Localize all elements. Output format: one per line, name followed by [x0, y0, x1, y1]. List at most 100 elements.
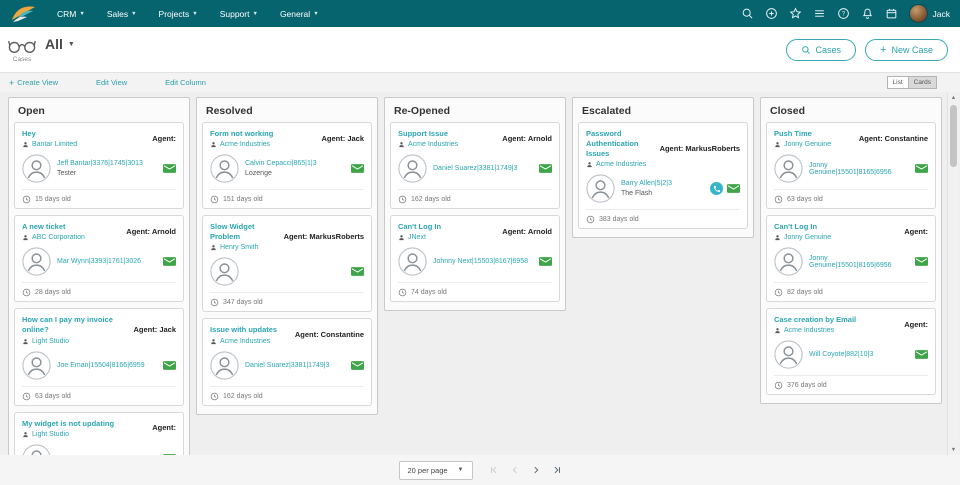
- case-company[interactable]: Acme Industries: [220, 141, 270, 148]
- case-contact[interactable]: Jonny Genuine|15501|8165|6956: [809, 162, 909, 176]
- case-card[interactable]: Issue with updates Acme Industries Agent…: [202, 318, 372, 406]
- module-block: Cases: [8, 37, 36, 63]
- case-age: 15 days old: [35, 196, 71, 204]
- view-toolbar: + Create View Edit View Edit Column List …: [0, 73, 960, 92]
- help-icon[interactable]: ?: [837, 7, 850, 20]
- case-company[interactable]: Jonny Genuine: [784, 141, 831, 148]
- per-page-select[interactable]: 20 per page ▼: [398, 460, 473, 480]
- case-card[interactable]: Case creation by Email Acme Industries A…: [766, 308, 936, 396]
- cards-view-toggle[interactable]: Cards: [908, 76, 937, 89]
- case-card[interactable]: Can't Log In Jonny Genuine Agent: Jonny …: [766, 215, 936, 303]
- edit-column-link[interactable]: Edit Column: [165, 78, 206, 87]
- case-company[interactable]: Henry Smith: [220, 244, 259, 251]
- plus-circle-icon[interactable]: [765, 7, 778, 20]
- case-title[interactable]: Can't Log In: [398, 222, 497, 232]
- calendar-icon[interactable]: [885, 7, 898, 20]
- case-title[interactable]: Push Time: [774, 129, 854, 139]
- case-contact[interactable]: Daniel Suarez|3381|1749|3: [433, 165, 517, 172]
- nav-menu-general[interactable]: General ▼: [269, 9, 330, 19]
- nav-menu-sales[interactable]: Sales ▼: [96, 9, 148, 19]
- email-icon[interactable]: [351, 163, 364, 174]
- view-selector[interactable]: All ▼: [45, 36, 75, 52]
- case-contact[interactable]: Calvin Cepacci|865|1|3: [245, 160, 317, 167]
- case-company[interactable]: Light Studio: [32, 431, 69, 438]
- case-card[interactable]: Form not working Acme Industries Agent: …: [202, 122, 372, 210]
- case-company[interactable]: Light Studio: [32, 338, 69, 345]
- email-icon[interactable]: [539, 163, 552, 174]
- email-icon[interactable]: [163, 256, 176, 267]
- case-company[interactable]: Jonny Genuine: [784, 234, 831, 241]
- case-company[interactable]: Acme Industries: [784, 327, 834, 334]
- case-card[interactable]: Slow Widget Problem Henry Smith Agent: M…: [202, 215, 372, 313]
- search-cases-button[interactable]: Cases: [785, 38, 857, 61]
- case-title[interactable]: Password Authentication Issues: [586, 129, 655, 159]
- nav-menu-projects[interactable]: Projects ▼: [148, 9, 209, 19]
- case-title[interactable]: Can't Log In: [774, 222, 899, 232]
- user-menu[interactable]: Jack: [908, 4, 950, 23]
- case-card[interactable]: A new ticket ABC Corporation Agent: Arno…: [14, 215, 184, 303]
- case-company[interactable]: Acme Industries: [408, 141, 458, 148]
- case-company[interactable]: ABC Corporation: [32, 234, 85, 241]
- nav-menu-support[interactable]: Support ▼: [209, 9, 269, 19]
- case-title[interactable]: My widget is not updating: [22, 419, 147, 429]
- scroll-up-arrow[interactable]: ▲: [948, 93, 959, 103]
- nav-menu-crm[interactable]: CRM ▼: [46, 9, 96, 19]
- last-page-button[interactable]: [552, 465, 562, 475]
- case-contact[interactable]: Johnny Next|15503|8167|6958: [433, 258, 528, 265]
- email-icon[interactable]: [163, 360, 176, 371]
- vertical-scrollbar[interactable]: ▲ ▼: [947, 93, 959, 455]
- create-view-link[interactable]: + Create View: [9, 78, 58, 88]
- case-card[interactable]: Hey Bantar Limited Agent: Jeff Bantar|33…: [14, 122, 184, 210]
- case-company[interactable]: JNext: [408, 234, 426, 241]
- case-title[interactable]: Hey: [22, 129, 147, 139]
- email-icon[interactable]: [727, 183, 740, 194]
- case-title[interactable]: How can I pay my invoice online?: [22, 315, 128, 335]
- case-title[interactable]: Form not working: [210, 129, 316, 139]
- email-icon[interactable]: [915, 349, 928, 360]
- list-icon[interactable]: [813, 7, 826, 20]
- email-icon[interactable]: [163, 453, 176, 455]
- first-page-button[interactable]: [489, 465, 499, 475]
- clock-icon: [398, 289, 407, 297]
- search-icon[interactable]: [741, 7, 754, 20]
- case-title[interactable]: Slow Widget Problem: [210, 222, 279, 242]
- new-case-button[interactable]: + New Case: [865, 38, 948, 61]
- case-card[interactable]: Push Time Jonny Genuine Agent: Constanti…: [766, 122, 936, 210]
- case-card[interactable]: Password Authentication Issues Acme Indu…: [578, 122, 748, 230]
- case-company[interactable]: Acme Industries: [220, 338, 270, 345]
- case-card[interactable]: Can't Log In JNext Agent: Arnold Johnny …: [390, 215, 560, 303]
- list-view-toggle[interactable]: List: [886, 76, 909, 89]
- next-page-button[interactable]: [531, 465, 541, 475]
- case-contact[interactable]: Joe Eman|15504|8166|6959: [57, 362, 145, 369]
- case-company[interactable]: Bantar Limited: [32, 141, 77, 148]
- email-icon[interactable]: [539, 256, 552, 267]
- chevron-down-icon: ▼: [192, 10, 198, 17]
- case-title[interactable]: A new ticket: [22, 222, 121, 232]
- case-contact[interactable]: Jonny Genuine|15501|8165|6956: [809, 255, 909, 269]
- bell-icon[interactable]: [861, 7, 874, 20]
- case-title[interactable]: Support Issue: [398, 129, 497, 139]
- case-title[interactable]: Issue with updates: [210, 325, 290, 335]
- prev-page-button[interactable]: [510, 465, 520, 475]
- case-card[interactable]: How can I pay my invoice online? Light S…: [14, 308, 184, 406]
- case-card[interactable]: My widget is not updating Light Studio A…: [14, 411, 184, 455]
- scroll-thumb[interactable]: [950, 105, 957, 167]
- case-card[interactable]: Support Issue Acme Industries Agent: Arn…: [390, 122, 560, 210]
- email-icon[interactable]: [163, 163, 176, 174]
- edit-view-link[interactable]: Edit View: [96, 78, 127, 87]
- case-contact[interactable]: Will Coyote|882|10|3: [809, 351, 873, 358]
- case-contact[interactable]: Barry Allen|5|2|3: [621, 180, 672, 187]
- phone-icon[interactable]: [710, 182, 723, 196]
- case-title[interactable]: Case creation by Email: [774, 315, 899, 325]
- case-contact[interactable]: Daniel Suarez|3381|1749|3: [245, 362, 329, 369]
- email-icon[interactable]: [915, 163, 928, 174]
- case-contact[interactable]: Jeff Bantar|3376|1745|3013: [57, 160, 143, 167]
- email-icon[interactable]: [915, 256, 928, 267]
- email-icon[interactable]: [351, 266, 364, 277]
- scroll-down-arrow[interactable]: ▼: [948, 445, 959, 455]
- app-logo-icon[interactable]: [10, 4, 36, 23]
- star-icon[interactable]: [789, 7, 802, 20]
- case-contact[interactable]: Mar Wynn|3393|1761|3026: [57, 258, 141, 265]
- email-icon[interactable]: [351, 360, 364, 371]
- case-company[interactable]: Acme Industries: [596, 161, 646, 168]
